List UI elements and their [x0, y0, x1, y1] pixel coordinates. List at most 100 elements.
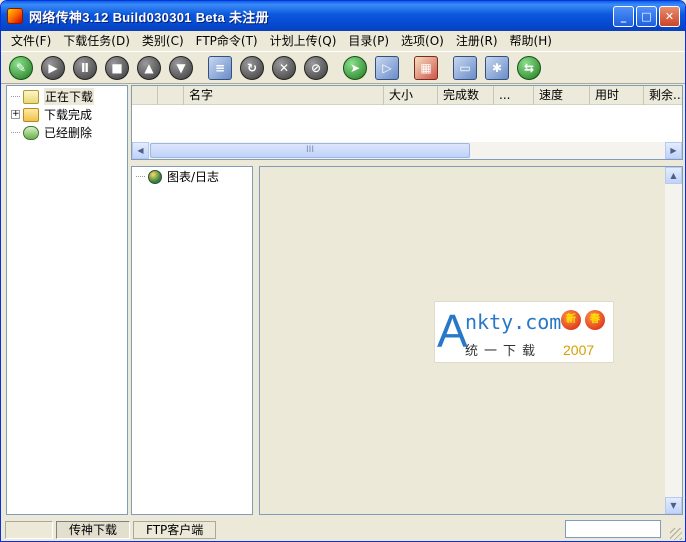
- new-task-icon: ✎: [9, 55, 33, 80]
- menu-bar: 文件(F) 下载任务(D) 类别(C) FTP命令(T) 计划上传(Q) 目录(…: [1, 31, 685, 49]
- tree-item-chart-log[interactable]: 图表/日志: [136, 168, 219, 185]
- chart-log-tree: 图表/日志: [131, 166, 253, 515]
- delete-button[interactable]: ✕: [269, 54, 299, 82]
- column-header-status[interactable]: [132, 86, 158, 105]
- horizontal-scrollbar[interactable]: ◀ III ▶: [132, 142, 682, 159]
- watermark-year: 2007: [563, 342, 595, 358]
- menu-help[interactable]: 帮助(H): [504, 32, 558, 49]
- tree-item-label: 图表/日志: [167, 170, 220, 184]
- tree-item-label: 已经删除: [44, 126, 93, 140]
- detail-panel: A nkty.com 统一下载 2007 新 春 ▲ ▼: [259, 166, 683, 515]
- run-icon: ➤: [343, 55, 367, 80]
- column-header-size[interactable]: 大小: [384, 86, 438, 105]
- connect-icon: ⇆: [517, 55, 541, 80]
- tree-item-deleted[interactable]: 已经删除: [11, 124, 92, 141]
- watermark-logo: A nkty.com 统一下载 2007 新 春: [434, 301, 614, 363]
- menu-options[interactable]: 选项(O): [395, 32, 450, 49]
- toolbar-separator: [443, 55, 450, 81]
- column-header-remaining[interactable]: 剩余...: [644, 86, 682, 105]
- properties-button[interactable]: ≡: [205, 54, 235, 82]
- menu-download-task[interactable]: 下载任务(D): [57, 32, 136, 49]
- vertical-scrollbar[interactable]: ▲ ▼: [665, 167, 682, 514]
- folder-icon: [23, 107, 39, 122]
- tree-connector: [11, 96, 20, 97]
- options-icon: ✱: [485, 55, 509, 80]
- monitor-icon: ▭: [453, 55, 477, 80]
- column-header-speed[interactable]: 速度: [534, 86, 590, 105]
- monitor-button[interactable]: ▭: [450, 54, 480, 82]
- watermark-letter: A: [437, 305, 468, 357]
- refresh-icon: ↻: [240, 55, 264, 80]
- move-down-button[interactable]: ▼: [166, 54, 196, 82]
- schedule-icon: ▦: [414, 55, 438, 80]
- task-list[interactable]: 名字 大小 完成数 ... 速度 用时 剩余... ◀ III ▶: [131, 85, 683, 160]
- app-window: 网络传神3.12 Build030301 Beta 未注册 _ □ ✕ 文件(F…: [0, 0, 686, 542]
- expand-toggle[interactable]: +: [11, 110, 20, 119]
- window-controls: _ □ ✕: [613, 6, 680, 27]
- column-header-completed[interactable]: 完成数: [438, 86, 494, 105]
- pause-button[interactable]: Ⅱ: [70, 54, 100, 82]
- menu-directory[interactable]: 目录(P): [342, 32, 395, 49]
- lantern-icon: 春: [585, 310, 605, 330]
- title-bar[interactable]: 网络传神3.12 Build030301 Beta 未注册 _ □ ✕: [1, 1, 685, 31]
- disconnect-icon: ⊘: [304, 55, 328, 80]
- status-cell: [5, 521, 53, 539]
- watermark-slogan: 统一下载: [465, 344, 542, 359]
- menu-ftp-command[interactable]: FTP命令(T): [190, 32, 264, 49]
- resize-grip[interactable]: [670, 528, 682, 540]
- move-down-icon: ▼: [169, 55, 193, 80]
- column-header-flag[interactable]: [158, 86, 184, 105]
- stop-icon: ■: [105, 55, 129, 80]
- disconnect-button[interactable]: ⊘: [301, 54, 331, 82]
- menu-category[interactable]: 类别(C): [136, 32, 190, 49]
- column-header-name[interactable]: 名字: [184, 86, 384, 105]
- new-task-button[interactable]: ✎: [6, 54, 36, 82]
- refresh-button[interactable]: ↻: [237, 54, 267, 82]
- lantern-icon: 新: [561, 310, 581, 330]
- maximize-button[interactable]: □: [636, 6, 657, 27]
- window-title: 网络传神3.12 Build030301 Beta 未注册: [29, 9, 269, 25]
- toolbar-separator: [333, 55, 340, 81]
- scroll-right-button[interactable]: ▶: [665, 142, 682, 159]
- tree-item-label: 正在下载: [44, 88, 95, 105]
- globe-icon: [148, 169, 162, 184]
- toolbar-separator: [404, 55, 411, 81]
- watermark-site: nkty.com: [465, 310, 562, 334]
- schedule-button[interactable]: ▦: [411, 54, 441, 82]
- tree-connector: [11, 132, 20, 133]
- toolbar-separator: [198, 55, 205, 81]
- column-header-more[interactable]: ...: [494, 86, 534, 105]
- tab-transfer-download[interactable]: 传神下载: [56, 521, 131, 539]
- play-button[interactable]: ▷: [372, 54, 402, 82]
- recycle-icon: [23, 125, 39, 140]
- menu-file[interactable]: 文件(F): [5, 32, 57, 49]
- scroll-up-button[interactable]: ▲: [665, 167, 682, 184]
- move-up-button[interactable]: ▲: [134, 54, 164, 82]
- delete-icon: ✕: [272, 55, 296, 80]
- properties-icon: ≡: [208, 55, 232, 80]
- connect-button[interactable]: ⇆: [514, 54, 544, 82]
- status-field: [565, 520, 661, 538]
- column-header-time[interactable]: 用时: [590, 86, 644, 105]
- pause-icon: Ⅱ: [73, 55, 97, 80]
- options-button[interactable]: ✱: [482, 54, 512, 82]
- stop-button[interactable]: ■: [102, 54, 132, 82]
- tree-item-completed[interactable]: + 下载完成: [11, 106, 92, 123]
- move-up-icon: ▲: [137, 55, 161, 80]
- category-tree: 正在下载 + 下载完成 已经删除: [6, 85, 128, 515]
- close-button[interactable]: ✕: [659, 6, 680, 27]
- list-header: 名字 大小 完成数 ... 速度 用时 剩余...: [132, 86, 682, 105]
- run-button[interactable]: ➤: [340, 54, 370, 82]
- start-icon: ▶: [41, 55, 65, 80]
- start-button[interactable]: ▶: [38, 54, 68, 82]
- minimize-button[interactable]: _: [613, 6, 634, 27]
- scroll-left-button[interactable]: ◀: [132, 142, 149, 159]
- scroll-thumb[interactable]: III: [150, 143, 470, 158]
- tree-connector: [136, 176, 145, 177]
- scroll-down-button[interactable]: ▼: [665, 497, 682, 514]
- play-icon: ▷: [375, 55, 399, 80]
- tab-ftp-client[interactable]: FTP客户端: [133, 521, 217, 539]
- menu-register[interactable]: 注册(R): [450, 32, 504, 49]
- menu-scheduled-upload[interactable]: 计划上传(Q): [264, 32, 343, 49]
- tree-item-downloading[interactable]: 正在下载: [11, 88, 95, 105]
